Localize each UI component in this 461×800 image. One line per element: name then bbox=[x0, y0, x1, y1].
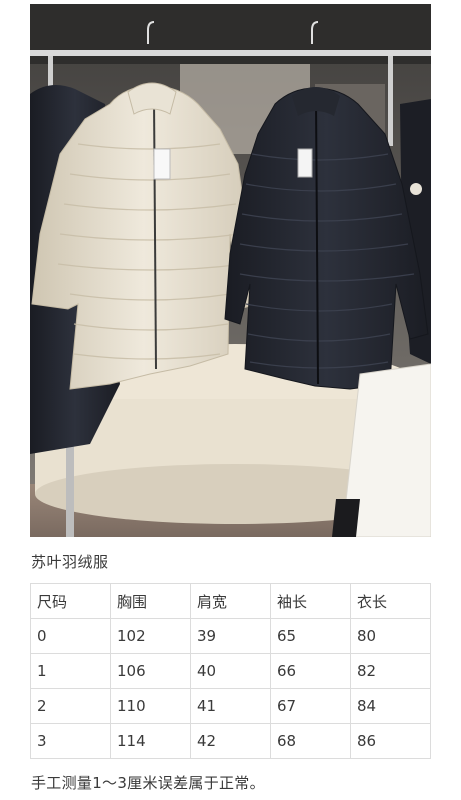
table-cell: 68 bbox=[270, 723, 351, 759]
table-cell: 114 bbox=[110, 723, 191, 759]
table-cell: 110 bbox=[110, 688, 191, 724]
size-table: 尺码 胸围 肩宽 袖长 衣长 0 102 39 65 80 1 106 40 6… bbox=[30, 583, 431, 759]
table-cell: 0 bbox=[30, 618, 111, 654]
table-cell: 40 bbox=[190, 653, 271, 689]
header-chest: 胸围 bbox=[110, 583, 191, 619]
header-length: 衣长 bbox=[350, 583, 431, 619]
table-cell: 102 bbox=[110, 618, 191, 654]
table-cell: 3 bbox=[30, 723, 111, 759]
size-table-header-row: 尺码 胸围 肩宽 袖长 衣长 bbox=[30, 583, 431, 619]
header-shoulder: 肩宽 bbox=[190, 583, 271, 619]
header-sleeve: 袖长 bbox=[270, 583, 351, 619]
table-cell: 66 bbox=[270, 653, 351, 689]
table-cell: 2 bbox=[30, 688, 111, 724]
header-size: 尺码 bbox=[30, 583, 111, 619]
table-cell: 106 bbox=[110, 653, 191, 689]
table-cell: 80 bbox=[350, 618, 431, 654]
table-cell: 65 bbox=[270, 618, 351, 654]
table-cell: 82 bbox=[350, 653, 431, 689]
table-cell: 84 bbox=[350, 688, 431, 724]
table-cell: 39 bbox=[190, 618, 271, 654]
table-row: 2 110 41 67 84 bbox=[30, 688, 431, 724]
table-cell: 86 bbox=[350, 723, 431, 759]
measurement-note: 手工测量1～3厘米误差属于正常。 bbox=[31, 774, 265, 792]
table-cell: 41 bbox=[190, 688, 271, 724]
table-cell: 1 bbox=[30, 653, 111, 689]
product-photo bbox=[30, 4, 431, 537]
table-row: 1 106 40 66 82 bbox=[30, 653, 431, 689]
table-row: 0 102 39 65 80 bbox=[30, 618, 431, 654]
table-row: 3 114 42 68 86 bbox=[30, 723, 431, 759]
product-title: 苏叶羽绒服 bbox=[31, 553, 109, 571]
table-cell: 67 bbox=[270, 688, 351, 724]
table-cell: 42 bbox=[190, 723, 271, 759]
